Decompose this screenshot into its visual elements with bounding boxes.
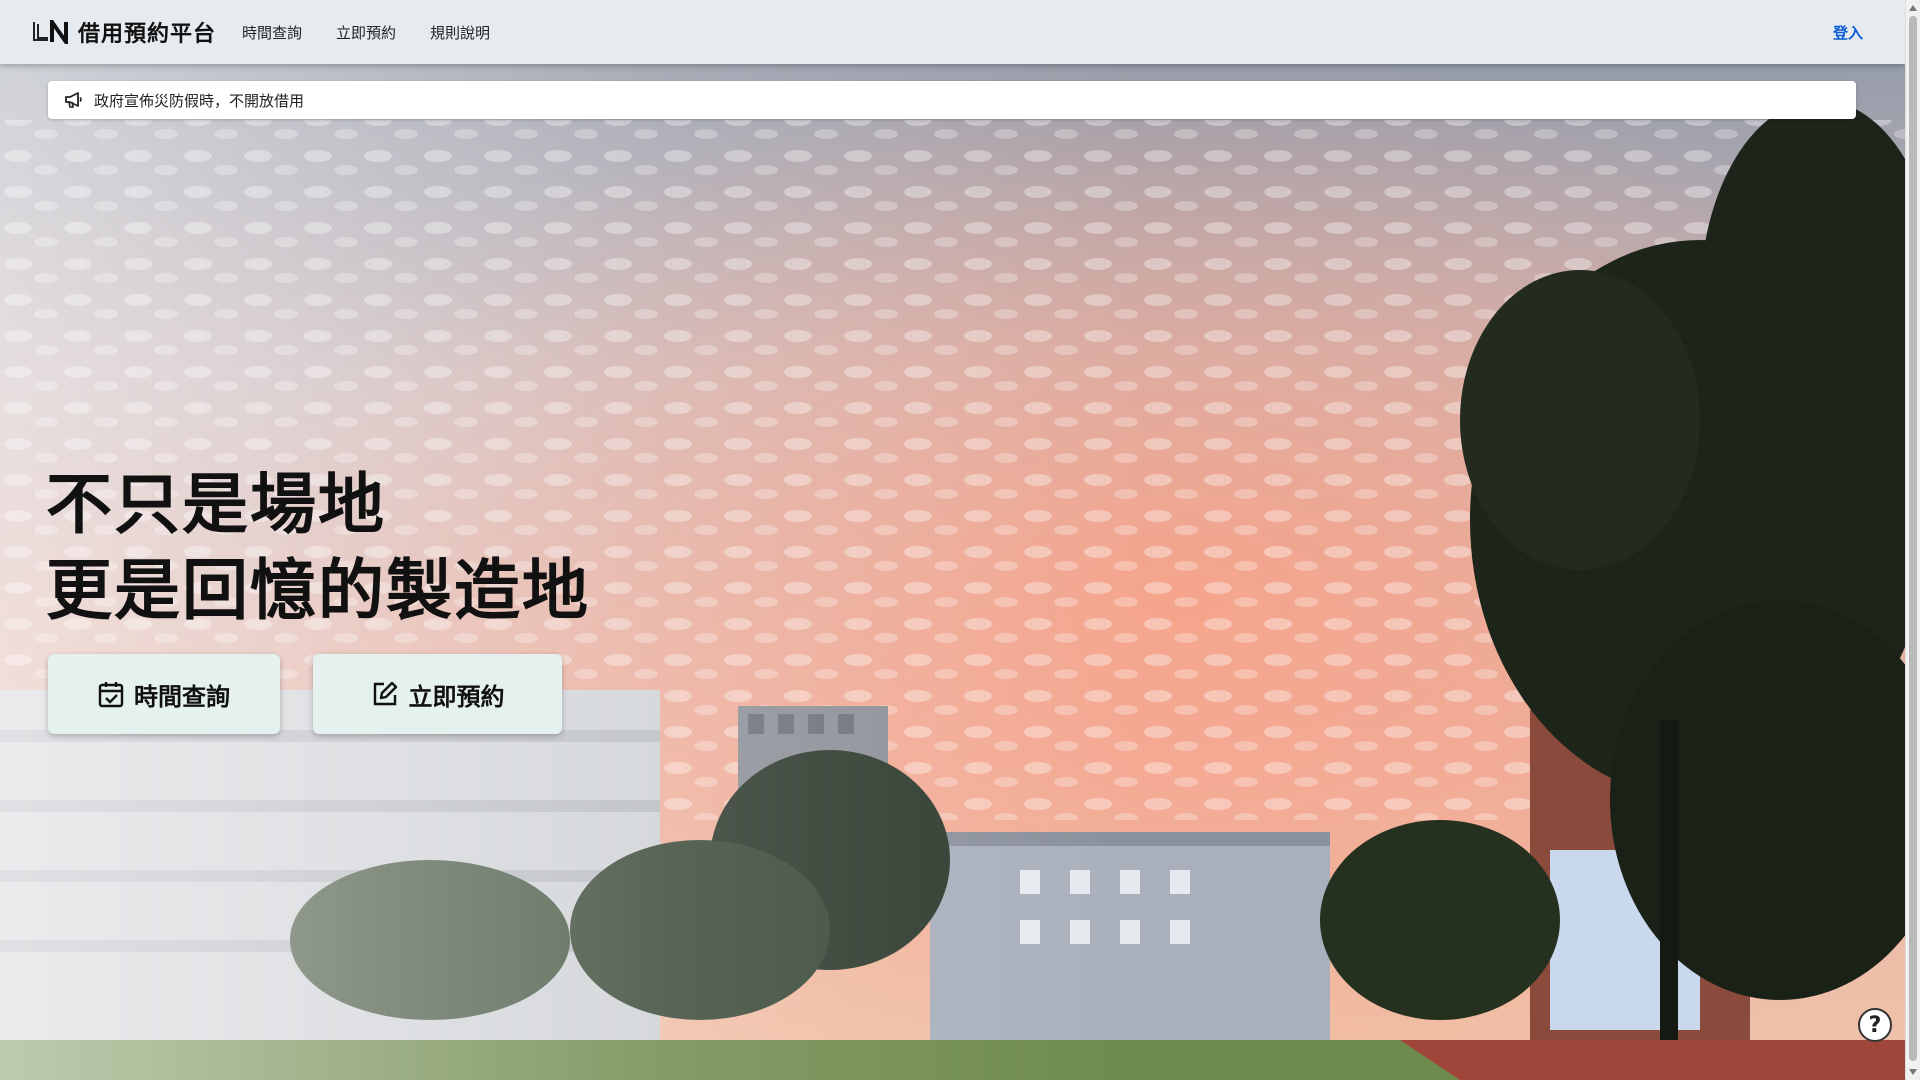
top-navbar: 借用預約平台 時間查詢 立即預約 規則說明 登入 — [0, 0, 1905, 64]
book-now-button[interactable]: 立即預約 — [313, 654, 562, 734]
scrollbar-thumb[interactable] — [1909, 16, 1917, 1061]
login-link[interactable]: 登入 — [1833, 22, 1863, 43]
nav-link-rules[interactable]: 規則說明 — [430, 22, 490, 43]
scroll-down-arrow-icon[interactable] — [1909, 1069, 1917, 1075]
time-query-button-label: 時間查詢 — [134, 682, 230, 711]
scroll-up-arrow-icon[interactable] — [1909, 5, 1917, 11]
hero-line-2: 更是回憶的製造地 — [46, 552, 590, 629]
brand-title: 借用預約平台 — [78, 22, 217, 47]
page-scrollbar[interactable] — [1905, 0, 1920, 1080]
page: 借用預約平台 時間查詢 立即預約 規則說明 登入 政府宣佈災防假時，不開放借用 … — [0, 0, 1920, 1080]
hero-headline: 不只是場地 更是回憶的製造地 — [46, 462, 590, 634]
nav-links: 時間查詢 立即預約 規則說明 — [242, 22, 490, 43]
hero-line-1: 不只是場地 — [46, 466, 386, 543]
announcement-bar: 政府宣佈災防假時，不開放借用 — [48, 81, 1856, 119]
help-icon: ? — [1868, 1012, 1882, 1038]
megaphone-icon — [64, 91, 84, 109]
brand[interactable]: 借用預約平台 — [32, 0, 216, 64]
ln-logo-icon — [32, 18, 70, 46]
announcement-text: 政府宣佈災防假時，不開放借用 — [94, 91, 305, 110]
time-query-button[interactable]: 時間查詢 — [48, 654, 280, 734]
help-button[interactable]: ? — [1858, 1008, 1892, 1042]
book-now-button-label: 立即預約 — [408, 682, 505, 711]
edit-icon — [371, 680, 399, 708]
calendar-check-icon — [98, 680, 124, 708]
nav-link-time-query[interactable]: 時間查詢 — [242, 22, 302, 43]
nav-link-book-now[interactable]: 立即預約 — [336, 22, 396, 43]
